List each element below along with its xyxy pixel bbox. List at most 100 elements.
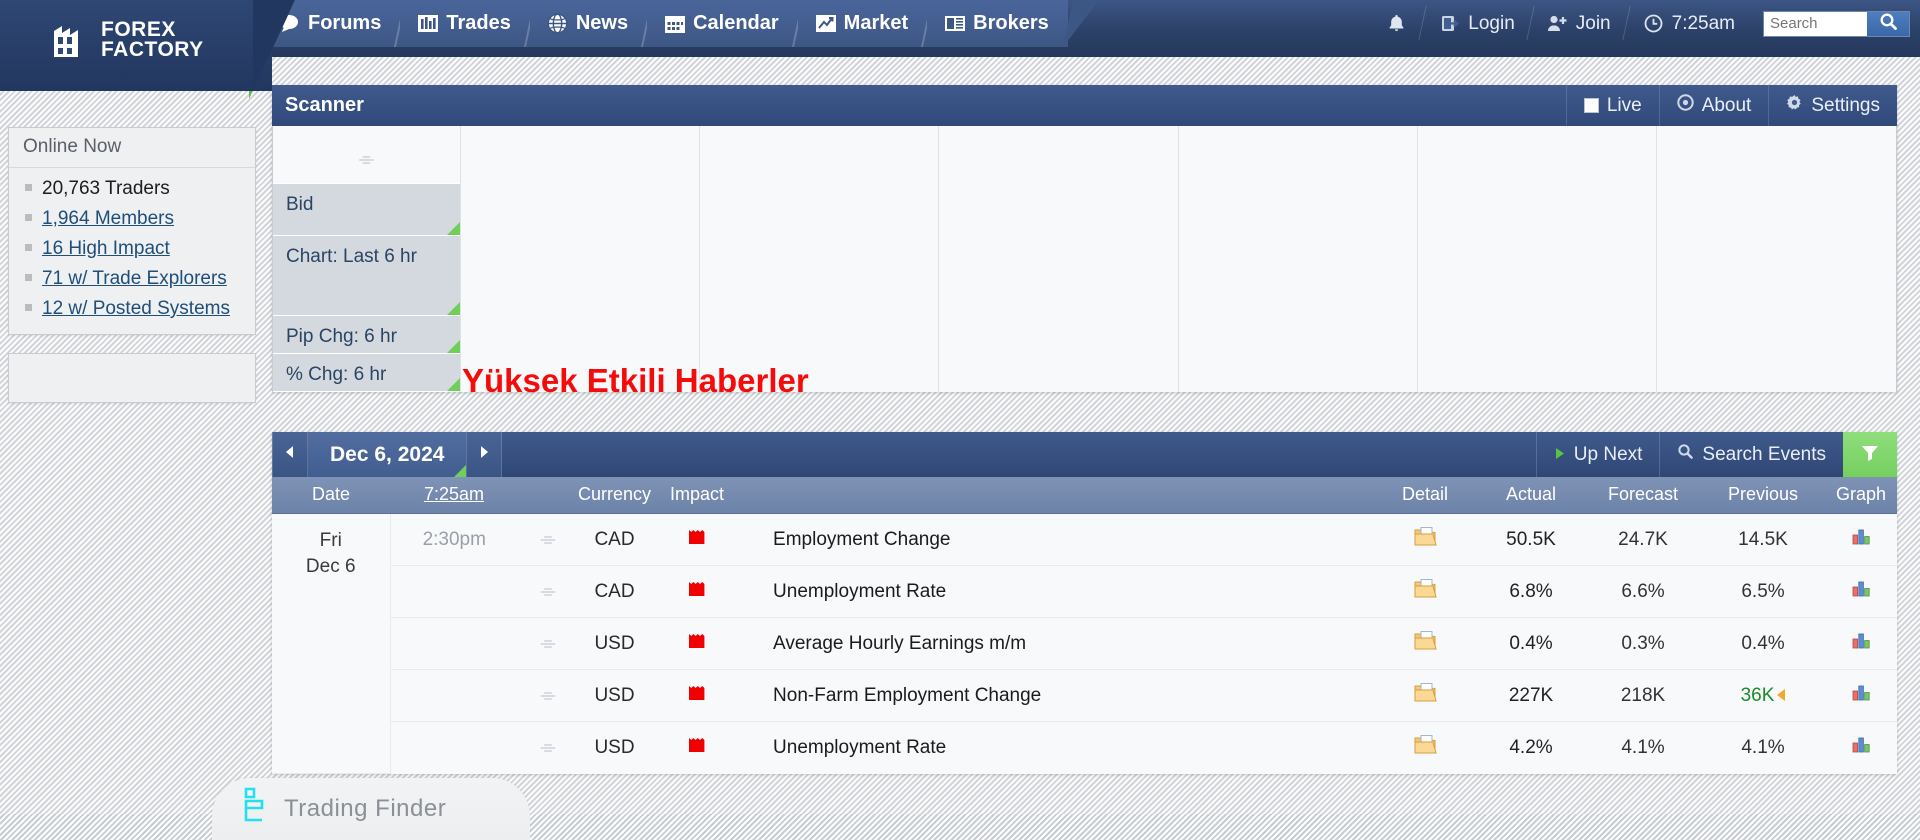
- calendar-prev-day-button[interactable]: [272, 432, 308, 477]
- folder-icon[interactable]: [1414, 735, 1437, 760]
- bar-graph-icon[interactable]: [1851, 581, 1872, 603]
- scanner-live-toggle[interactable]: Live: [1565, 85, 1659, 126]
- event-impact-cell[interactable]: [651, 669, 744, 722]
- event-impact-cell[interactable]: [651, 513, 744, 566]
- folder-icon[interactable]: [1414, 527, 1437, 552]
- nav-item-label: Market: [843, 12, 909, 34]
- event-previous: 6.5%: [1741, 580, 1785, 602]
- speaker-icon[interactable]: ⌯: [540, 737, 555, 758]
- event-graph-cell[interactable]: [1825, 617, 1897, 670]
- folder-icon[interactable]: [1414, 631, 1437, 656]
- calendar-event-row[interactable]: ⌯ USD Unemployment Rate 4.2% 4.1% 4.1%: [272, 721, 1897, 773]
- search-events-button[interactable]: Search Events: [1659, 432, 1843, 477]
- event-actual: 227K: [1477, 669, 1585, 722]
- event-speaker-cell[interactable]: ⌯: [518, 513, 578, 566]
- speaker-icon[interactable]: ⌯: [540, 633, 555, 654]
- event-title[interactable]: Employment Change: [743, 513, 1373, 566]
- speaker-icon[interactable]: ⌯: [540, 685, 555, 706]
- join-button[interactable]: Join: [1531, 0, 1627, 47]
- event-title[interactable]: Unemployment Rate: [743, 721, 1373, 773]
- event-impact-cell[interactable]: [651, 721, 744, 773]
- sidebar-stat-link[interactable]: 1,964 Members: [42, 208, 174, 230]
- folder-icon[interactable]: [1414, 683, 1437, 708]
- event-detail-cell[interactable]: [1373, 565, 1477, 618]
- sidebar-stat-item[interactable]: 12 w/ Posted Systems: [9, 294, 255, 324]
- event-impact-cell[interactable]: [651, 565, 744, 618]
- calendar-date-button[interactable]: Dec 6, 2024: [308, 432, 467, 477]
- sidebar-stat-link[interactable]: 71 w/ Trade Explorers: [42, 268, 227, 290]
- event-previous: 4.1%: [1741, 736, 1785, 758]
- event-previous: 36K: [1740, 684, 1775, 706]
- folder-icon[interactable]: [1414, 579, 1437, 604]
- nav-item-trades[interactable]: Trades: [400, 0, 530, 47]
- main-nav-items: Forums Trades News Calendar Market Brokers: [262, 0, 1068, 47]
- sidebar-stat-item[interactable]: 1,964 Members: [9, 204, 255, 234]
- col-actual: Actual: [1477, 477, 1585, 514]
- col-time-link[interactable]: 7:25am: [424, 484, 484, 504]
- bar-graph-icon[interactable]: [1851, 685, 1872, 707]
- event-impact-cell[interactable]: [651, 617, 744, 670]
- scanner-row-label[interactable]: Pip Chg: 6 hr: [273, 316, 460, 354]
- nav-item-brokers[interactable]: Brokers: [927, 0, 1068, 47]
- calendar-filter-button[interactable]: [1843, 432, 1897, 477]
- event-speaker-cell[interactable]: ⌯: [518, 617, 578, 670]
- search-submit-button[interactable]: [1867, 11, 1909, 36]
- event-graph-cell[interactable]: [1825, 669, 1897, 722]
- bar-graph-icon[interactable]: [1851, 633, 1872, 655]
- event-title[interactable]: Average Hourly Earnings m/m: [743, 617, 1373, 670]
- scanner-row-label[interactable]: Chart: Last 6 hr: [273, 236, 460, 316]
- sidebar-stat-item[interactable]: 71 w/ Trade Explorers: [9, 264, 255, 294]
- speaker-icon[interactable]: ⌯: [540, 581, 555, 602]
- scanner-speaker-header[interactable]: ⌯: [273, 126, 460, 184]
- calendar-event-row[interactable]: ⌯ CAD Unemployment Rate 6.8% 6.6% 6.5%: [272, 565, 1897, 618]
- event-title[interactable]: Non-Farm Employment Change: [743, 669, 1373, 722]
- up-next-button[interactable]: Up Next: [1535, 432, 1660, 477]
- bar-graph-icon[interactable]: [1851, 529, 1872, 551]
- calendar-event-row[interactable]: ⌯ USD Average Hourly Earnings m/m 0.4% 0.3% 0…: [272, 617, 1897, 670]
- sidebar-stat-link[interactable]: 16 High Impact: [42, 238, 170, 260]
- checkbox-icon[interactable]: [1583, 98, 1599, 113]
- event-actual: 6.8%: [1477, 565, 1585, 618]
- sidebar-stat-link[interactable]: 12 w/ Posted Systems: [42, 298, 230, 320]
- event-speaker-cell[interactable]: ⌯: [518, 721, 578, 773]
- speaker-icon[interactable]: ⌯: [540, 529, 555, 550]
- event-detail-cell[interactable]: [1373, 721, 1477, 773]
- search-box[interactable]: [1763, 10, 1910, 37]
- col-time[interactable]: 7:25am: [390, 477, 518, 514]
- nav-item-market[interactable]: Market: [797, 0, 928, 47]
- bell-icon: [1385, 14, 1407, 34]
- high-impact-icon: [687, 530, 707, 551]
- calendar-event-row[interactable]: Fri Dec 6 2:30pm ⌯ CAD Employment Change 50.5K…: [272, 513, 1897, 774]
- calendar-next-day-button[interactable]: [466, 432, 503, 477]
- col-date: Date: [272, 477, 390, 514]
- event-detail-cell[interactable]: [1373, 669, 1477, 722]
- event-title[interactable]: Unemployment Rate: [743, 565, 1373, 618]
- event-graph-cell[interactable]: [1825, 721, 1897, 773]
- clock-display[interactable]: 7:25am: [1627, 0, 1751, 47]
- event-graph-cell[interactable]: [1825, 565, 1897, 618]
- scanner-data-column: [1417, 126, 1657, 392]
- nav-item-calendar[interactable]: Calendar: [647, 0, 798, 47]
- login-button[interactable]: Login: [1423, 0, 1531, 47]
- scanner-about-button[interactable]: About: [1658, 85, 1769, 126]
- event-speaker-cell[interactable]: ⌯: [518, 669, 578, 722]
- speaker-icon[interactable]: ⌯: [359, 149, 374, 171]
- event-speaker-cell[interactable]: ⌯: [518, 565, 578, 618]
- nav-item-news[interactable]: News: [529, 0, 648, 47]
- scanner-row-label[interactable]: % Chg: 6 hr: [273, 354, 460, 392]
- scanner-row-label[interactable]: Bid: [273, 184, 460, 236]
- sidebar-stat-item[interactable]: 16 High Impact: [9, 234, 255, 264]
- bar-graph-icon[interactable]: [1851, 737, 1872, 759]
- col-impact: Impact: [651, 477, 744, 514]
- event-graph-cell[interactable]: [1825, 513, 1897, 566]
- online-now-panel: Online Now 20,763 Traders 1,964 Members 16…: [8, 127, 256, 335]
- calendar-event-row[interactable]: ⌯ USD Non-Farm Employment Change 227K 218K 36…: [272, 669, 1897, 722]
- online-now-title: Online Now: [9, 128, 255, 168]
- event-detail-cell[interactable]: [1373, 513, 1477, 566]
- notifications-button[interactable]: [1369, 0, 1423, 47]
- event-detail-cell[interactable]: [1373, 617, 1477, 670]
- site-logo[interactable]: FOREX FACTORY: [50, 19, 204, 61]
- event-forecast: 218K: [1585, 669, 1701, 722]
- scanner-settings-button[interactable]: Settings: [1768, 85, 1897, 126]
- search-input[interactable]: [1764, 11, 1867, 36]
